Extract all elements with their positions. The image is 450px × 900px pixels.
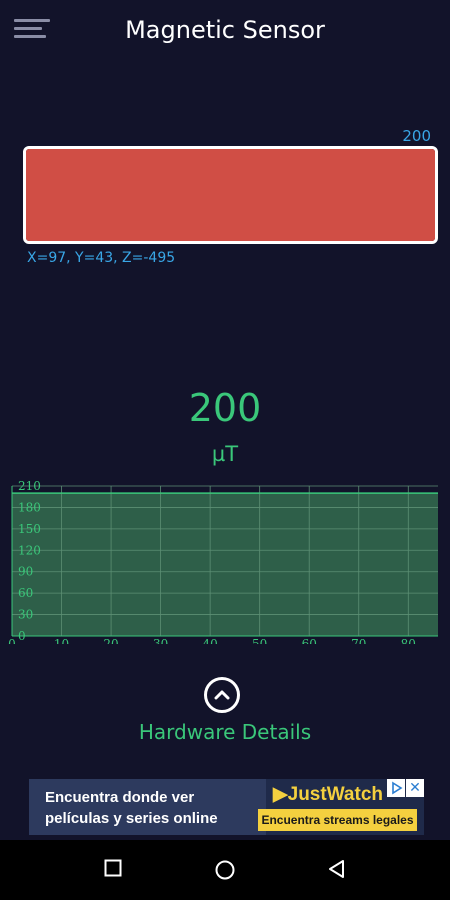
chart-x-tick-label: 80 <box>401 637 416 644</box>
chart-y-tick-label: 60 <box>18 586 33 600</box>
reading-value: 200 <box>188 386 262 430</box>
chart-y-tick-label: 210 <box>18 479 41 493</box>
history-chart: 210 180 150 120 90 60 30 00 10 20 30 40 50 60 70 80 <box>8 479 438 644</box>
hardware-details-label[interactable]: Hardware Details <box>0 720 450 744</box>
chart-x-tick-label: 10 <box>54 637 69 644</box>
square-recents-icon[interactable] <box>104 859 122 877</box>
play-icon: ▶ <box>273 784 288 805</box>
ad-cta-button[interactable]: Encuentra streams legales <box>258 809 417 831</box>
chart-x-tick-label: 30 <box>153 637 168 644</box>
ad-line-1: Encuentra donde ver <box>45 789 195 806</box>
ad-banner[interactable]: Encuentra donde ver películas y series o… <box>29 779 424 835</box>
magnitude-bar <box>23 146 438 244</box>
ad-line-2: películas y series online <box>45 810 218 827</box>
magnitude-bar-fill <box>26 149 435 241</box>
chart-x-tick-label: 20 <box>103 637 118 644</box>
axes-readout: X=97, Y=43, Z=-495 <box>27 250 176 266</box>
chart-y-tick-label: 90 <box>18 565 33 579</box>
ad-brand: ▶JustWatch <box>273 783 383 806</box>
chevron-up-icon <box>214 690 230 700</box>
system-nav-bar <box>0 840 450 900</box>
chart-x-tick-label: 40 <box>202 637 217 644</box>
chart-y-tick-label: 30 <box>18 608 33 622</box>
ad-text: Encuentra donde ver películas y series o… <box>45 787 218 829</box>
chart-y-tick-label: 0 <box>18 629 26 643</box>
chart-y-tick-label: 180 <box>18 500 41 514</box>
bar-max-label: 200 <box>402 127 431 145</box>
circle-home-icon[interactable] <box>215 860 235 880</box>
ad-brand-label: JustWatch <box>287 784 383 805</box>
chart-y-tick-label: 120 <box>18 543 41 557</box>
ad-close-button[interactable]: ✕ <box>406 779 424 797</box>
chart-x-tick-label: 60 <box>302 637 317 644</box>
chart-y-tick-label: 150 <box>18 522 41 536</box>
app-bar: Magnetic Sensor <box>0 0 450 64</box>
triangle-back-icon[interactable] <box>328 859 346 879</box>
page-title: Magnetic Sensor <box>125 16 325 44</box>
chart-x-tick-label: 50 <box>252 637 267 644</box>
chart-x-tick-label: 70 <box>351 637 366 644</box>
adchoices-icon[interactable] <box>387 779 405 797</box>
hardware-details-button[interactable] <box>204 677 240 713</box>
reading-unit: µT <box>211 442 239 466</box>
chart-x-tick-label: 0 <box>8 637 16 644</box>
